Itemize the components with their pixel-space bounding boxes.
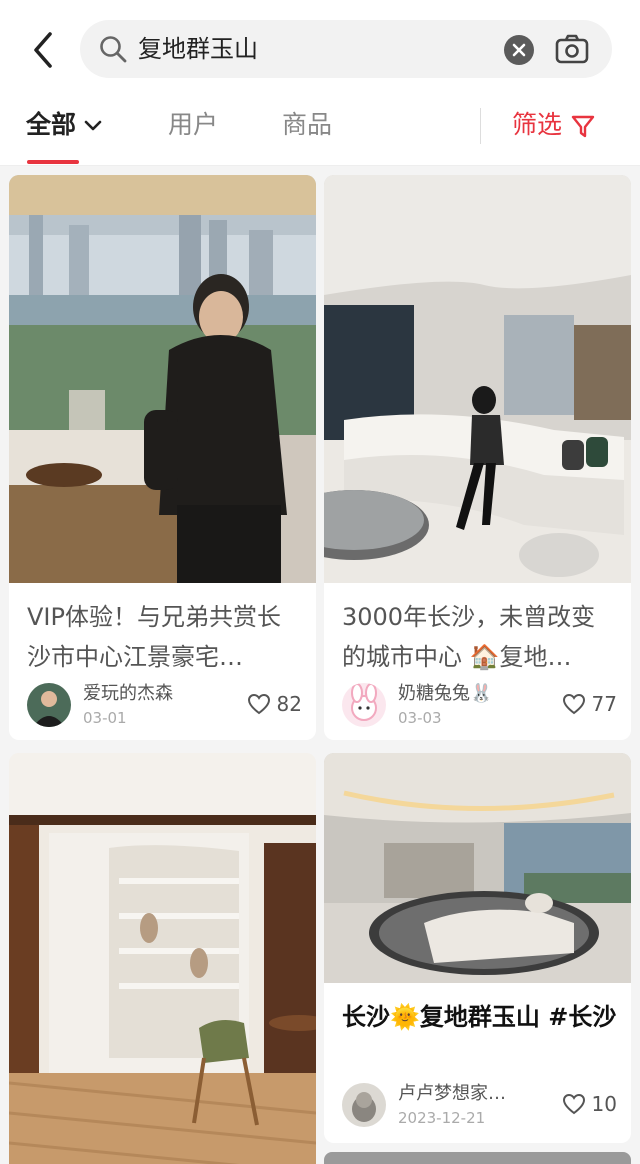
post-card[interactable]: 长沙🌞复地群玉山 #长沙 卢卢梦想家… 2023-12-21 10	[324, 753, 631, 1143]
avatar	[27, 683, 71, 727]
post-card[interactable]: VIP体验！与兄弟共赏长沙市中心江景豪宅… 爱玩的杰森 03-01 82	[9, 175, 316, 740]
filter-button[interactable]: 筛选	[512, 108, 596, 142]
post-image	[324, 753, 631, 983]
post-author: 奶糖兔兔🐰	[398, 683, 493, 704]
top-bar: 复地群玉山	[0, 0, 640, 96]
tabs-divider	[480, 108, 481, 144]
tab-goods[interactable]: 商品	[282, 108, 332, 142]
post-title: 3000年长沙，未曾改变的城市中心 🏠复地…	[342, 603, 596, 671]
post-image	[324, 175, 631, 583]
heart-icon	[562, 1093, 585, 1115]
search-bar[interactable]: 复地群玉山	[80, 20, 612, 78]
camera-icon[interactable]	[554, 32, 590, 66]
post-title: VIP体验！与兄弟共赏长沙市中心江景豪宅…	[27, 603, 281, 671]
heart-icon	[247, 693, 270, 715]
post-card[interactable]	[9, 753, 316, 1164]
post-image	[9, 753, 316, 1164]
tab-all[interactable]: 全部	[26, 108, 104, 142]
post-date: 2023-12-21	[398, 1109, 486, 1127]
like-count: 10	[591, 1092, 617, 1116]
like-count: 77	[591, 692, 617, 716]
clear-button[interactable]	[504, 35, 534, 65]
chevron-left-icon	[34, 32, 52, 68]
post-image	[9, 175, 316, 583]
like-button[interactable]: 82	[247, 691, 302, 717]
post-card[interactable]: 3000年长沙，未曾改变的城市中心 🏠复地… 奶糖兔兔🐰 03-03 77	[324, 175, 631, 740]
tab-users[interactable]: 用户	[168, 108, 218, 142]
post-author: 爱玩的杰森	[83, 683, 173, 704]
like-count: 82	[276, 692, 302, 716]
heart-icon	[562, 693, 585, 715]
like-button[interactable]: 77	[562, 691, 617, 717]
search-input[interactable]: 复地群玉山	[138, 33, 258, 65]
tab-all-label: 全部	[26, 110, 77, 139]
like-button[interactable]: 10	[562, 1091, 617, 1117]
post-date: 03-01	[83, 709, 127, 727]
post-title: 长沙🌞复地群玉山 #长沙	[342, 1003, 617, 1031]
back-button[interactable]	[26, 28, 62, 72]
chevron-down-icon	[84, 120, 102, 131]
search-icon	[100, 36, 127, 63]
post-author: 卢卢梦想家…	[398, 1083, 506, 1104]
active-tab-indicator	[27, 160, 79, 164]
filter-tabs: 全部 用户 商品 筛选	[0, 96, 640, 166]
close-icon	[512, 43, 526, 57]
funnel-icon	[571, 115, 595, 138]
avatar	[342, 1083, 386, 1127]
post-date: 03-03	[398, 709, 442, 727]
avatar	[342, 683, 386, 727]
filter-label: 筛选	[512, 110, 563, 139]
next-card-image	[324, 1152, 631, 1164]
